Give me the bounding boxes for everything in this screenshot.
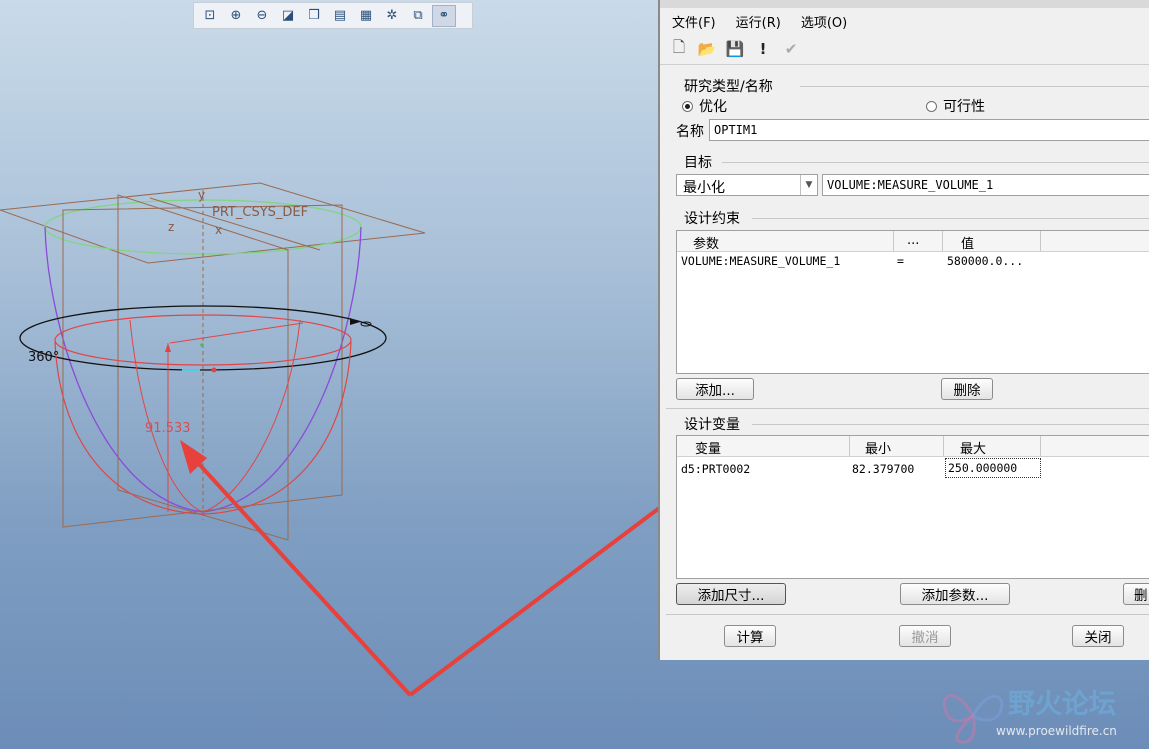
col-value-header[interactable]: 值 bbox=[961, 233, 974, 252]
watermark-text: 野火论坛 bbox=[1008, 689, 1116, 720]
col-separator bbox=[849, 436, 850, 456]
annotation-arrow-right bbox=[408, 506, 658, 697]
constraints-table-header: 参数 ... 值 bbox=[677, 231, 1149, 252]
divider bbox=[752, 424, 1149, 425]
saved-views-icon[interactable]: ▤ bbox=[328, 5, 352, 27]
dimension-arrow-top bbox=[165, 343, 171, 352]
open-folder-icon[interactable]: 📂 bbox=[696, 38, 718, 60]
model-viewport[interactable]: PRT_CSYS_DEF y z x 360° 91.533 bbox=[0, 0, 658, 749]
datum-display-icon[interactable]: ✲ bbox=[380, 5, 404, 27]
goal-mode-value: 最小化 bbox=[683, 180, 725, 196]
close-button[interactable]: 关闭 bbox=[1072, 625, 1124, 647]
save-icon[interactable]: 💾 bbox=[724, 38, 746, 60]
radio-feasibility-label: 可行性 bbox=[943, 99, 985, 115]
divider bbox=[800, 86, 1149, 87]
compute-button[interactable]: 计算 bbox=[724, 625, 776, 647]
radio-optimize-label: 优化 bbox=[699, 99, 727, 115]
butterfly-logo-icon bbox=[942, 694, 1004, 744]
col-variable-header[interactable]: 变量 bbox=[695, 438, 721, 457]
run-exclamation-icon[interactable]: ! bbox=[752, 38, 774, 60]
dialog-icon-toolbar: 🗋 📂 💾 ! ✔ bbox=[660, 34, 1149, 65]
cancel-button[interactable]: 撤消 bbox=[899, 625, 951, 647]
menu-file[interactable]: 文件(F) bbox=[672, 12, 716, 31]
col-max-header[interactable]: 最大 bbox=[960, 438, 986, 457]
direction-arrow bbox=[350, 318, 360, 325]
axis-x-label: x bbox=[215, 223, 222, 237]
radio-optimize-dot[interactable] bbox=[682, 100, 693, 112]
study-type-title: 研究类型/名称 bbox=[684, 79, 773, 95]
zoom-in-icon[interactable]: ⊕ bbox=[224, 5, 248, 27]
chevron-down-icon[interactable]: ▼ bbox=[800, 175, 817, 195]
col-min-header[interactable]: 最小 bbox=[865, 438, 891, 457]
zoom-fit-icon[interactable]: ⊡ bbox=[198, 5, 222, 27]
variables-table-header: 变量 最小 最大 bbox=[677, 436, 1149, 457]
goal-mode-select[interactable]: 最小化 ▼ bbox=[676, 174, 818, 196]
view-orientation-icon[interactable]: ❒ bbox=[302, 5, 326, 27]
view-toolbar: ⊡ ⊕ ⊖ ◪ ❒ ▤ ▦ ✲ ⧉ ⚭ bbox=[193, 2, 473, 29]
new-file-icon[interactable]: 🗋 bbox=[668, 38, 690, 60]
height-dimension-label[interactable]: 91.533 bbox=[145, 421, 191, 436]
dimension-extension bbox=[169, 322, 304, 344]
variable-min-cell[interactable]: 82.379700 bbox=[852, 462, 914, 476]
dialog-titlebar[interactable] bbox=[660, 0, 1149, 8]
divider bbox=[722, 162, 1149, 163]
datum-plane-top bbox=[0, 182, 426, 264]
display-style-icon[interactable]: ▦ bbox=[354, 5, 378, 27]
constraint-op-cell[interactable]: = bbox=[897, 254, 904, 268]
spin-center-icon[interactable]: ⧉ bbox=[406, 5, 430, 27]
forum-watermark: 野火论坛 www.proewildfire.cn bbox=[938, 682, 1149, 749]
delete-variable-button[interactable]: 删 bbox=[1123, 583, 1149, 605]
angle-dimension-label: 360° bbox=[28, 350, 59, 365]
col-separator bbox=[1040, 231, 1041, 251]
divider bbox=[666, 614, 1149, 615]
constraints-table: 参数 ... 值 VOLUME:MEASURE_VOLUME_1 = 58000… bbox=[676, 230, 1149, 374]
goal-title: 目标 bbox=[684, 155, 712, 171]
radio-optimize[interactable]: 优化 bbox=[682, 96, 727, 116]
axis-y-label: y bbox=[198, 188, 205, 202]
dialog-menubar: 文件(F) 运行(R) 选项(O) bbox=[660, 8, 1149, 34]
divider bbox=[752, 218, 1149, 219]
divider bbox=[666, 408, 1149, 409]
add-parameter-button[interactable]: 添加参数... bbox=[900, 583, 1010, 605]
add-dimension-button[interactable]: 添加尺寸... bbox=[676, 583, 786, 605]
study-name-field[interactable]: OPTIM1 bbox=[709, 119, 1149, 141]
check-icon[interactable]: ✔ bbox=[780, 38, 802, 60]
watermark-url: www.proewildfire.cn bbox=[996, 724, 1117, 738]
radio-feasibility-dot[interactable] bbox=[926, 100, 937, 112]
col-separator bbox=[1040, 436, 1041, 456]
variables-table: 变量 最小 最大 d5:PRT0002 82.379700 250.000000 bbox=[676, 435, 1149, 579]
zoom-out-icon[interactable]: ⊖ bbox=[250, 5, 274, 27]
delete-constraint-button[interactable]: 删除 bbox=[941, 378, 993, 400]
col-operator-header[interactable]: ... bbox=[907, 233, 919, 248]
radio-feasibility[interactable]: 可行性 bbox=[926, 96, 985, 116]
point-marker bbox=[211, 367, 217, 373]
csys-label: PRT_CSYS_DEF bbox=[212, 205, 308, 220]
green-point bbox=[200, 343, 204, 347]
annotation-arrow-left bbox=[186, 450, 412, 697]
menu-run[interactable]: 运行(R) bbox=[736, 12, 781, 31]
variables-title: 设计变量 bbox=[684, 417, 740, 433]
optimization-dialog: 文件(F) 运行(R) 选项(O) 🗋 📂 💾 ! ✔ 研究类型/名称 优化 可… bbox=[658, 0, 1149, 660]
annotation-display-icon[interactable]: ⚭ bbox=[432, 4, 456, 27]
col-parameter-header[interactable]: 参数 bbox=[693, 233, 719, 252]
variable-name-cell[interactable]: d5:PRT0002 bbox=[681, 462, 750, 476]
constraint-param-cell[interactable]: VOLUME:MEASURE_VOLUME_1 bbox=[681, 254, 840, 268]
goal-parameter-field[interactable]: VOLUME:MEASURE_VOLUME_1 bbox=[822, 174, 1149, 196]
col-separator bbox=[893, 231, 894, 251]
constraints-title: 设计约束 bbox=[684, 211, 740, 227]
menu-options[interactable]: 选项(O) bbox=[801, 12, 847, 31]
variable-max-cell[interactable]: 250.000000 bbox=[945, 458, 1041, 478]
add-constraint-button[interactable]: 添加... bbox=[676, 378, 754, 400]
col-separator bbox=[942, 231, 943, 251]
name-label: 名称 bbox=[676, 124, 704, 140]
axis-z-label: z bbox=[168, 220, 174, 234]
constraint-value-cell[interactable]: 580000.0... bbox=[947, 254, 1023, 268]
col-separator bbox=[943, 436, 944, 456]
repaint-icon[interactable]: ◪ bbox=[276, 5, 300, 27]
